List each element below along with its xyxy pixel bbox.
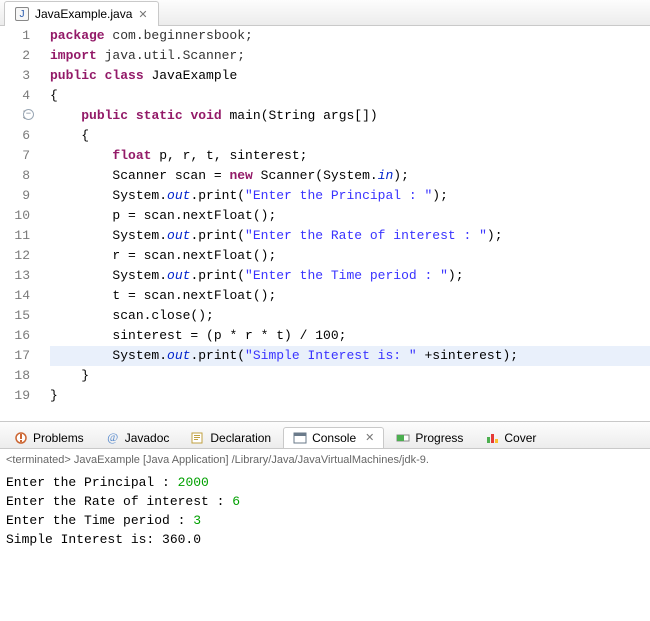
tab-progress[interactable]: Progress [386,427,473,449]
console-line: Simple Interest is: 360.0 [6,530,644,549]
editor-tab-javaexample[interactable]: J JavaExample.java ✕ [4,1,159,26]
java-file-icon: J [15,7,29,21]
javadoc-icon: @ [106,431,120,445]
line-number: 7 [0,146,30,166]
code-line[interactable]: { [50,86,650,106]
line-number: 4 [0,86,30,106]
tab-label: Console [312,431,356,445]
console-status: <terminated> JavaExample [Java Applicati… [6,451,644,470]
code-line[interactable]: System.out.print("Enter the Principal : … [50,186,650,206]
console-icon [293,431,307,445]
code-line[interactable]: Scanner scan = new Scanner(System.in); [50,166,650,186]
line-number: 1 [0,26,30,46]
code-line[interactable]: System.out.print("Enter the Time period … [50,266,650,286]
console-line: Enter the Rate of interest : 6 [6,492,644,511]
tab-problems[interactable]: Problems [4,427,94,449]
editor-tab-title: JavaExample.java [35,7,132,21]
progress-icon [396,431,410,445]
code-line[interactable]: } [50,366,650,386]
code-line[interactable]: } [50,386,650,406]
code-line[interactable]: import java.util.Scanner; [50,46,650,66]
line-number: 8 [0,166,30,186]
code-line[interactable]: float p, r, t, sinterest; [50,146,650,166]
line-number: 12 [0,246,30,266]
tab-console[interactable]: Console ✕ [283,427,384,449]
line-number: 16 [0,326,30,346]
line-number: 5− [0,106,30,126]
code-line[interactable]: p = scan.nextFloat(); [50,206,650,226]
code-line[interactable]: System.out.print("Enter the Rate of inte… [50,226,650,246]
line-number: 18 [0,366,30,386]
code-line[interactable]: scan.close(); [50,306,650,326]
code-line[interactable]: r = scan.nextFloat(); [50,246,650,266]
code-line[interactable]: { [50,126,650,146]
tab-javadoc[interactable]: @ Javadoc [96,427,180,449]
line-number: 11 [0,226,30,246]
console-line: Enter the Principal : 2000 [6,473,644,492]
line-number: 17 [0,346,30,366]
tab-declaration[interactable]: Declaration [181,427,281,449]
coverage-icon [485,431,499,445]
tab-label: Cover [504,431,536,445]
code-line[interactable]: package com.beginnersbook; [50,26,650,46]
line-number: 9 [0,186,30,206]
code-editor[interactable]: 1 2 3 4 5− 6 7 8 9 10 11 12 13 14 15 16 … [0,26,650,421]
tab-label: Progress [415,431,463,445]
tab-cover[interactable]: Cover [475,427,546,449]
line-number: 3 [0,66,30,86]
line-number: 10 [0,206,30,226]
tab-label: Problems [33,431,84,445]
code-line[interactable]: t = scan.nextFloat(); [50,286,650,306]
editor-tab-bar: J JavaExample.java ✕ [0,0,650,26]
code-line[interactable]: public static void main(String args[]) [50,106,650,126]
views-tab-bar: Problems @ Javadoc Declaration Console ✕… [0,421,650,449]
line-number: 14 [0,286,30,306]
close-icon[interactable]: ✕ [138,8,147,21]
console-line: Enter the Time period : 3 [6,511,644,530]
code-line[interactable]: sinterest = (p * r * t) / 100; [50,326,650,346]
line-number: 6 [0,126,30,146]
code-lines[interactable]: package com.beginnersbook; import java.u… [40,26,650,421]
tab-label: Javadoc [125,431,170,445]
problems-icon [14,431,28,445]
line-gutter: 1 2 3 4 5− 6 7 8 9 10 11 12 13 14 15 16 … [0,26,40,421]
code-line[interactable]: public class JavaExample [50,66,650,86]
fold-toggle-icon[interactable]: − [23,109,34,120]
line-number: 19 [0,386,30,406]
line-number: 15 [0,306,30,326]
declaration-icon [191,431,205,445]
line-number: 2 [0,46,30,66]
close-icon[interactable]: ✕ [365,431,374,444]
console-view[interactable]: <terminated> JavaExample [Java Applicati… [0,449,650,621]
tab-label: Declaration [210,431,271,445]
code-line-current[interactable]: System.out.print("Simple Interest is: " … [50,346,650,366]
line-number: 13 [0,266,30,286]
